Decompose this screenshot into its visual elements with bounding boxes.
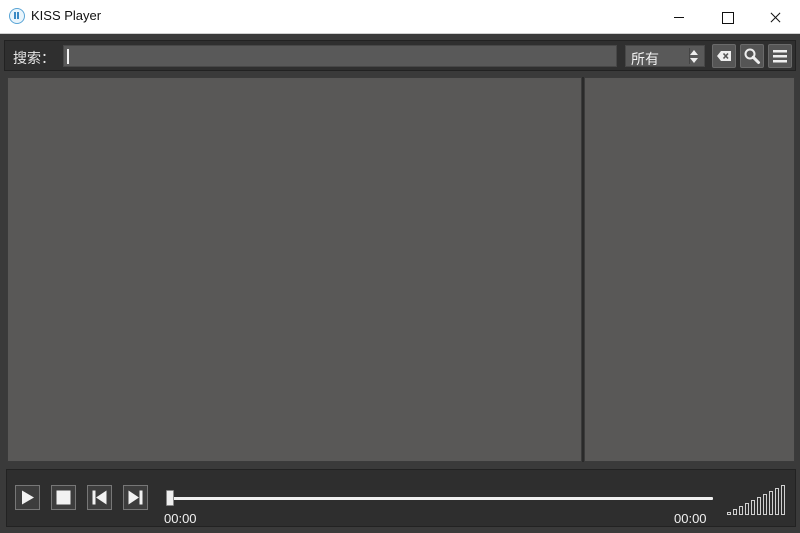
search-icon [744, 48, 760, 64]
volume-bar [775, 488, 779, 515]
updown-arrows-icon [689, 48, 699, 64]
video-area[interactable] [7, 77, 582, 462]
clear-icon [717, 51, 731, 61]
volume-bar [781, 485, 785, 515]
playback-controls: 00:00 00:00 [6, 469, 796, 527]
minimize-button[interactable] [656, 0, 702, 34]
search-label: 搜索： [13, 51, 55, 67]
previous-icon [92, 490, 107, 505]
volume-bar [739, 506, 743, 515]
next-button[interactable] [123, 485, 148, 510]
filter-select-value: 所有 [631, 52, 659, 68]
previous-button[interactable] [87, 485, 112, 510]
search-toolbar: 搜索： 所有 [4, 40, 796, 71]
playlist-panel[interactable] [584, 77, 795, 462]
total-time: 00:00 [674, 511, 707, 526]
search-input[interactable] [63, 45, 617, 67]
filter-select[interactable]: 所有 [625, 45, 705, 68]
volume-bar [757, 497, 761, 515]
app-logo-icon [9, 8, 25, 24]
volume-slider[interactable] [727, 481, 791, 515]
volume-bar [751, 500, 755, 515]
next-icon [128, 490, 143, 505]
stop-icon [56, 490, 71, 505]
volume-bar [769, 491, 773, 515]
menu-button[interactable] [768, 44, 792, 68]
maximize-button[interactable] [704, 0, 750, 34]
clear-search-button[interactable] [712, 44, 736, 68]
play-icon [22, 490, 34, 505]
stop-button[interactable] [51, 485, 76, 510]
close-button[interactable] [752, 0, 798, 34]
title-bar: KISS Player [0, 0, 800, 34]
seek-handle[interactable] [166, 490, 174, 506]
volume-bar [733, 509, 737, 515]
search-button[interactable] [740, 44, 764, 68]
window-title: KISS Player [31, 8, 102, 23]
volume-bar [727, 512, 731, 515]
play-button[interactable] [15, 485, 40, 510]
menu-icon [773, 50, 787, 63]
current-time: 00:00 [164, 511, 197, 526]
text-cursor [67, 49, 69, 64]
seek-bar[interactable] [172, 497, 713, 500]
volume-bar [763, 494, 767, 515]
volume-bar [745, 503, 749, 515]
